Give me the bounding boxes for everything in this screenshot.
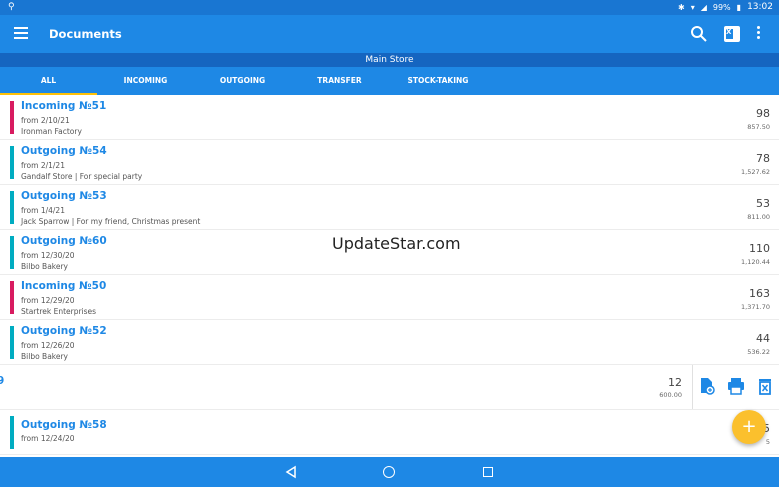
status-bar: ⚲ ✱ ▾ ◢ 99% ▮ 13:02 xyxy=(0,0,779,15)
back-icon[interactable] xyxy=(284,465,298,479)
battery-icon: ▮ xyxy=(736,2,742,12)
document-title-fragment: 9 xyxy=(0,375,5,387)
document-type-indicator xyxy=(10,416,14,449)
document-row[interactable]: Incoming №51 from 2/10/21 Ironman Factor… xyxy=(0,95,779,140)
document-amount: 5 xyxy=(765,438,770,446)
document-date: from 1/4/21 xyxy=(21,206,65,215)
battery-percent: 99% xyxy=(712,2,731,12)
document-party: Ironman Factory xyxy=(21,127,82,136)
copy-document-icon[interactable] xyxy=(698,377,716,395)
document-date: from 2/1/21 xyxy=(21,161,65,170)
document-type-indicator xyxy=(10,281,14,314)
recent-apps-icon[interactable] xyxy=(483,467,493,477)
tab-transfer[interactable]: TRANSFER xyxy=(291,67,388,95)
system-nav-bar xyxy=(0,457,779,487)
print-icon[interactable] xyxy=(727,377,745,395)
document-row[interactable]: Outgoing №53 from 1/4/21 Jack Sparrow | … xyxy=(0,185,779,230)
signal-icon: ◢ xyxy=(700,2,707,12)
document-date: from 2/10/21 xyxy=(21,116,70,125)
tab-stock-taking[interactable]: STOCK-TAKING xyxy=(388,67,488,95)
document-amount: 1,371.70 xyxy=(741,303,770,311)
more-vert-icon[interactable] xyxy=(755,26,761,42)
document-date: from 12/26/20 xyxy=(21,341,75,350)
home-icon[interactable] xyxy=(383,466,395,478)
page-title: Documents xyxy=(49,27,122,41)
document-type-indicator xyxy=(10,101,14,134)
document-title: Outgoing №58 xyxy=(21,419,107,431)
wifi-icon: ▾ xyxy=(690,2,695,12)
document-amount: 536.22 xyxy=(747,348,770,356)
usb-icon: ⚲ xyxy=(8,2,15,12)
document-quantity: 110 xyxy=(749,242,770,255)
document-type-indicator xyxy=(10,146,14,179)
documents-list: Incoming №51 from 2/10/21 Ironman Factor… xyxy=(0,95,779,455)
add-document-button[interactable]: + xyxy=(732,410,766,444)
app-bar: Documents xyxy=(0,15,779,53)
store-selector[interactable]: Main Store xyxy=(0,53,779,67)
delete-icon[interactable] xyxy=(756,377,774,395)
document-amount: 1,120.44 xyxy=(741,258,770,266)
document-type-indicator xyxy=(10,191,14,224)
document-party: Bilbo Bakery xyxy=(21,262,68,271)
document-title: Incoming №51 xyxy=(21,100,107,112)
document-row[interactable]: Outgoing №58 from 12/24/20 5 5 xyxy=(0,410,779,455)
document-party: Startrek Enterprises xyxy=(21,307,97,316)
tab-bar: ALL INCOMING OUTGOING TRANSFER STOCK-TAK… xyxy=(0,67,779,95)
document-amount: 1,527.62 xyxy=(741,168,770,176)
document-date: from 12/30/20 xyxy=(21,251,75,260)
bluetooth-icon: ✱ xyxy=(678,2,685,12)
search-icon[interactable] xyxy=(690,25,708,43)
document-quantity: 44 xyxy=(756,332,770,345)
document-title: Outgoing №60 xyxy=(21,235,107,247)
hamburger-menu-icon[interactable] xyxy=(14,27,28,39)
document-title: Incoming №50 xyxy=(21,280,107,292)
document-quantity: 12 xyxy=(668,376,682,389)
document-quantity: 98 xyxy=(756,107,770,120)
app-root: ⚲ ✱ ▾ ◢ 99% ▮ 13:02 Documents Main Store… xyxy=(0,0,779,487)
row-actions xyxy=(692,365,779,409)
document-type-indicator xyxy=(10,236,14,269)
tab-incoming[interactable]: INCOMING xyxy=(97,67,194,95)
document-row[interactable]: Incoming №50 from 12/29/20 Startrek Ente… xyxy=(0,275,779,320)
document-party: Gandalf Store | For special party xyxy=(21,172,143,181)
watermark: UpdateStar.com xyxy=(332,234,461,253)
document-title: Outgoing №53 xyxy=(21,190,107,202)
document-party: Bilbo Bakery xyxy=(21,352,68,361)
status-icons: ✱ ▾ ◢ 99% ▮ 13:02 xyxy=(678,2,773,12)
excel-export-icon[interactable] xyxy=(724,26,740,42)
document-amount: 811.00 xyxy=(747,213,770,221)
document-title: Outgoing №52 xyxy=(21,325,107,337)
tab-outgoing[interactable]: OUTGOING xyxy=(194,67,291,95)
document-amount: 600.00 xyxy=(659,391,682,399)
document-row-swiped[interactable]: 9 12 600.00 xyxy=(0,365,779,410)
tab-all[interactable]: ALL xyxy=(0,67,97,95)
clock: 13:02 xyxy=(747,2,773,12)
document-quantity: 78 xyxy=(756,152,770,165)
document-row[interactable]: Outgoing №52 from 12/26/20 Bilbo Bakery … xyxy=(0,320,779,365)
document-date: from 12/29/20 xyxy=(21,296,75,305)
document-type-indicator xyxy=(10,326,14,359)
document-party: Jack Sparrow | For my friend, Christmas … xyxy=(21,217,201,226)
document-amount: 857.50 xyxy=(747,123,770,131)
document-quantity: 163 xyxy=(749,287,770,300)
document-quantity: 53 xyxy=(756,197,770,210)
document-title: Outgoing №54 xyxy=(21,145,107,157)
document-date: from 12/24/20 xyxy=(21,434,75,443)
document-row[interactable]: Outgoing №54 from 2/1/21 Gandalf Store |… xyxy=(0,140,779,185)
